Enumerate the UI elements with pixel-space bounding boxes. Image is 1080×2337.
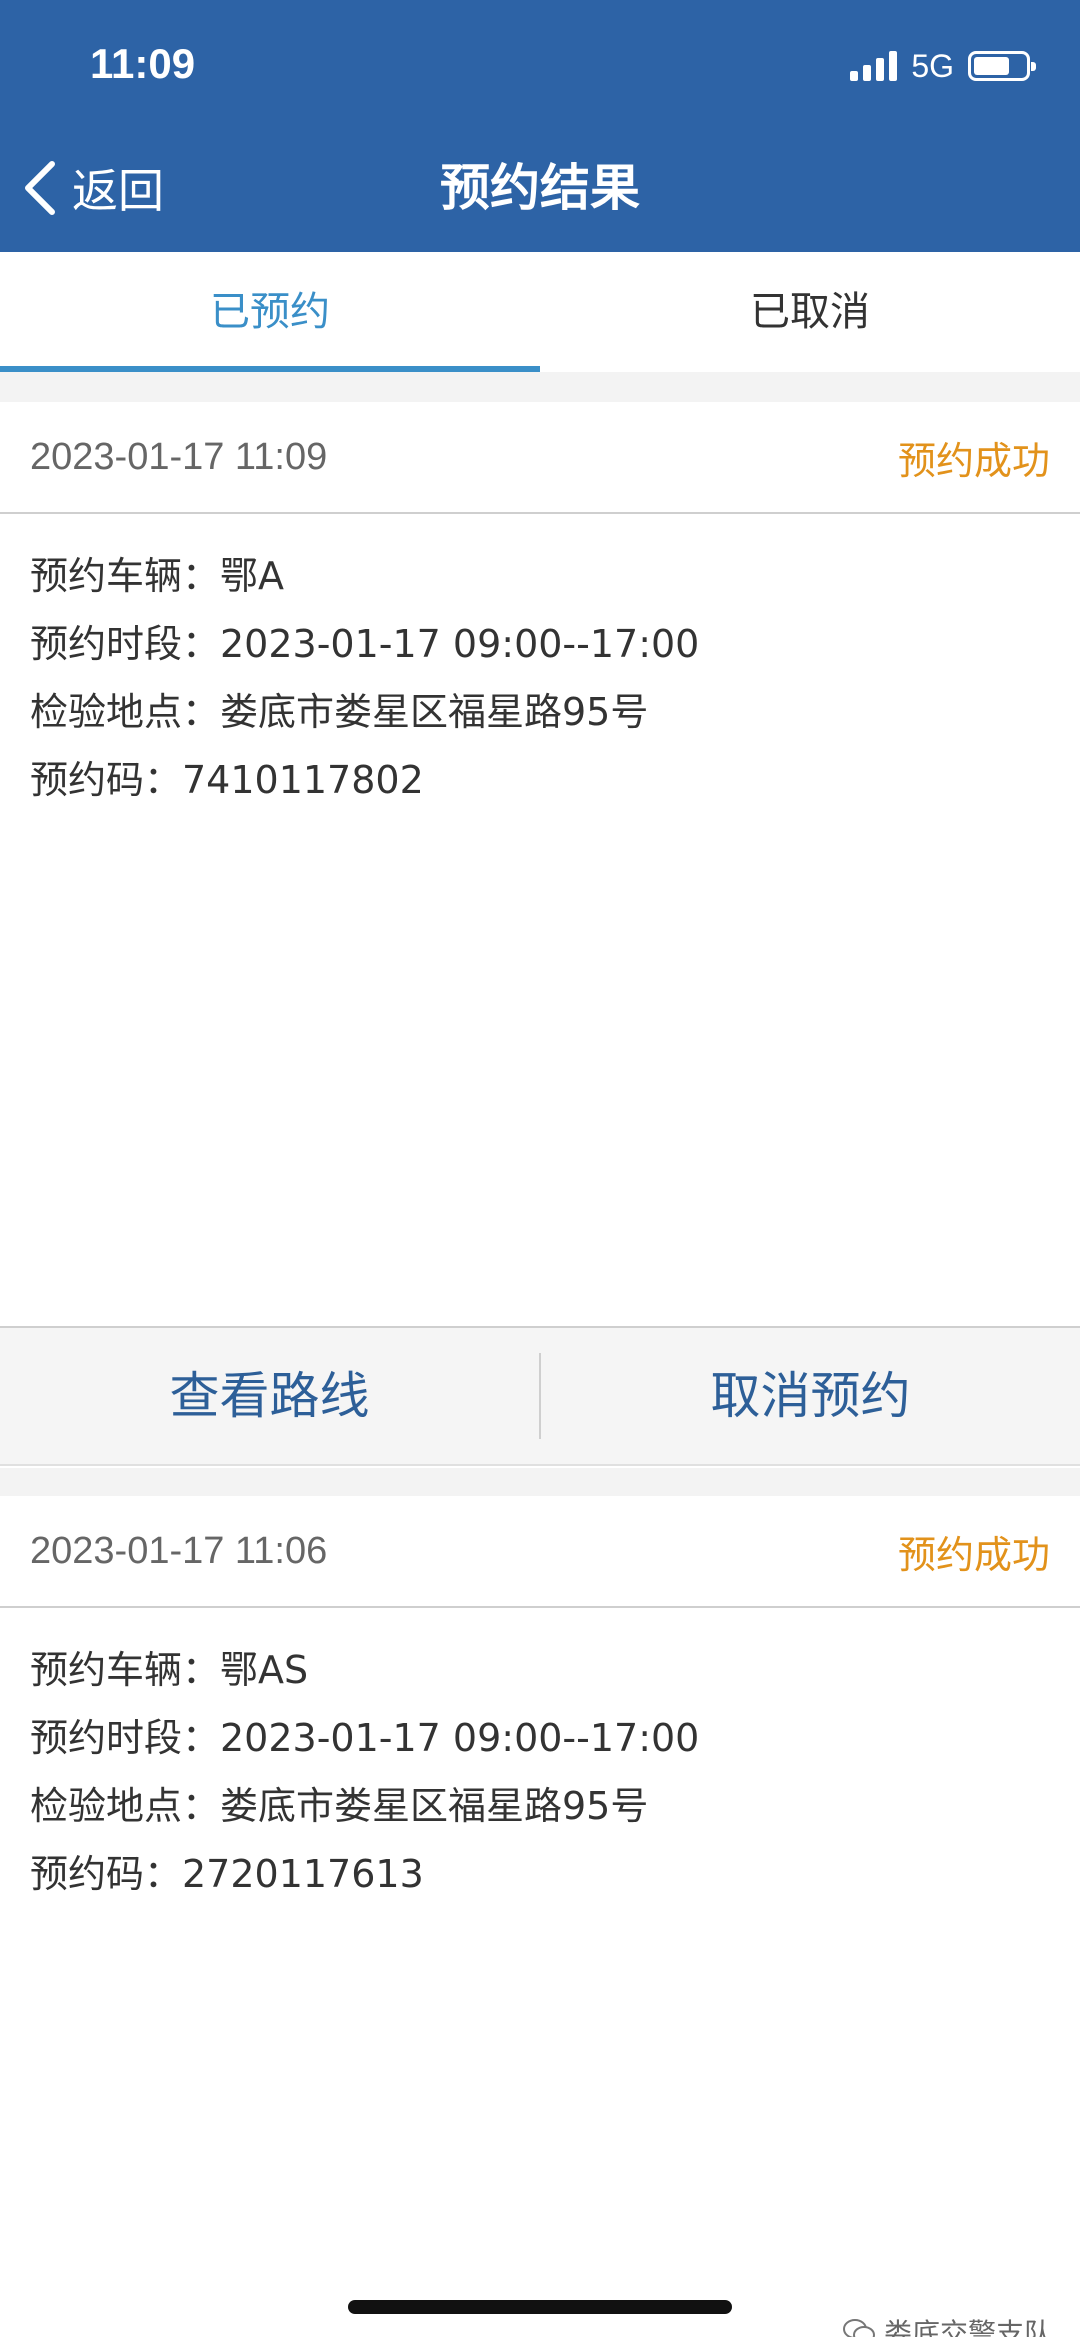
vehicle-row: 预约车辆：鄂A (30, 554, 284, 598)
status-time: 11:09 (90, 40, 196, 87)
signal-icon (850, 51, 898, 81)
booking-time: 2023-01-17 11:09 (30, 435, 328, 478)
booking-card-header: 2023-01-17 11:09 预约成功 (0, 402, 1080, 514)
booking-details: 预约车辆：鄂AS 预约时段：2023-01-17 09:00--17:00 检验… (0, 1608, 1080, 1908)
status-badge: 预约成功 (897, 1532, 1050, 1577)
watermark: 娄底交警支队 (842, 2312, 1052, 2337)
wechat-icon (842, 2319, 875, 2337)
booking-card-header: 2023-01-17 11:06 预约成功 (0, 1496, 1080, 1608)
location-row: 检验地点：娄底市娄星区福星路95号 (30, 690, 649, 734)
location-row: 检验地点：娄底市娄星区福星路95号 (30, 1784, 649, 1828)
cancel-booking-button[interactable]: 取消预约 (541, 1326, 1080, 1466)
code-row: 预约码：7410117802 (30, 758, 424, 802)
section-gap (0, 372, 1080, 402)
home-indicator (348, 2300, 732, 2314)
status-icons: 5G (850, 46, 1036, 86)
tab-booked[interactable]: 已预约 (0, 252, 540, 372)
chevron-left-icon (25, 161, 55, 215)
code-row: 预约码：2720117613 (30, 1852, 424, 1896)
booking-time: 2023-01-17 11:06 (30, 1529, 328, 1572)
app-header: 11:09 5G 预约结果 返回 (0, 0, 1080, 252)
back-button[interactable]: 返回 (22, 158, 164, 218)
section-gap (0, 1468, 1080, 1496)
booking-details: 预约车辆：鄂A 预约时段：2023-01-17 09:00--17:00 检验地… (0, 514, 1080, 814)
booking-card: 2023-01-17 11:06 预约成功 预约车辆：鄂AS 预约时段：2023… (0, 1496, 1080, 2337)
period-row: 预约时段：2023-01-17 09:00--17:00 (30, 1716, 700, 1760)
period-row: 预约时段：2023-01-17 09:00--17:00 (30, 622, 700, 666)
booking-card: 2023-01-17 11:09 预约成功 预约车辆：鄂A 预约时段：2023-… (0, 402, 1080, 1326)
booking-actions: 查看路线 取消预约 (0, 1326, 1080, 1466)
tab-bar: 已预约 已取消 (0, 252, 1080, 372)
battery-icon (968, 51, 1036, 81)
view-route-button[interactable]: 查看路线 (0, 1326, 539, 1466)
back-label: 返回 (72, 164, 164, 218)
status-badge: 预约成功 (897, 438, 1050, 483)
network-label: 5G (911, 47, 954, 84)
tab-cancelled[interactable]: 已取消 (540, 252, 1080, 372)
vehicle-row: 预约车辆：鄂AS (30, 1648, 309, 1692)
watermark-label: 娄底交警支队 (883, 2317, 1052, 2337)
